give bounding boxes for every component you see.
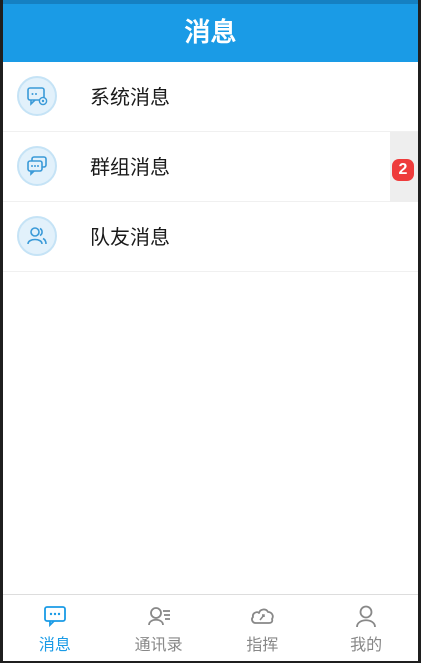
list-item-label: 群组消息	[90, 155, 170, 179]
tab-messages[interactable]: 消息	[3, 595, 107, 661]
top-bar: 消息	[3, 0, 418, 62]
page-title: 消息	[184, 18, 237, 48]
person-icon	[356, 605, 377, 628]
list-item-label: 队友消息	[90, 225, 170, 249]
group-message-icon	[17, 146, 57, 186]
list-item-teammate-messages[interactable]: 队友消息	[3, 202, 418, 272]
tab-me[interactable]: 我的	[314, 595, 418, 661]
tab-label: 通讯录	[134, 635, 183, 654]
tab-command[interactable]: 指挥	[211, 595, 315, 661]
cloud-command-icon	[251, 608, 275, 624]
list-item-label: 系统消息	[90, 85, 170, 109]
swipe-handle: 2	[390, 132, 418, 202]
list-item-system-messages[interactable]: 系统消息	[3, 62, 418, 132]
tab-label: 我的	[350, 635, 383, 654]
list-item-group-messages[interactable]: 群组消息 2	[3, 132, 418, 202]
unread-badge: 2	[392, 159, 414, 181]
tab-label: 指挥	[246, 635, 279, 654]
contacts-icon	[147, 607, 170, 626]
chat-bubble-icon	[43, 606, 66, 628]
message-category-list: 系统消息 群组消息 2 队友消息	[3, 62, 418, 272]
tab-label: 消息	[38, 635, 71, 654]
teammate-icon	[17, 216, 57, 256]
bottom-tab-bar: 消息 通讯录 指挥 我的	[3, 594, 418, 661]
app-frame: 消息 系统消息 群组消息 2 队友消息 消息 通讯录 指挥 我的	[0, 0, 421, 663]
system-message-icon	[17, 76, 57, 116]
tab-contacts[interactable]: 通讯录	[107, 595, 211, 661]
